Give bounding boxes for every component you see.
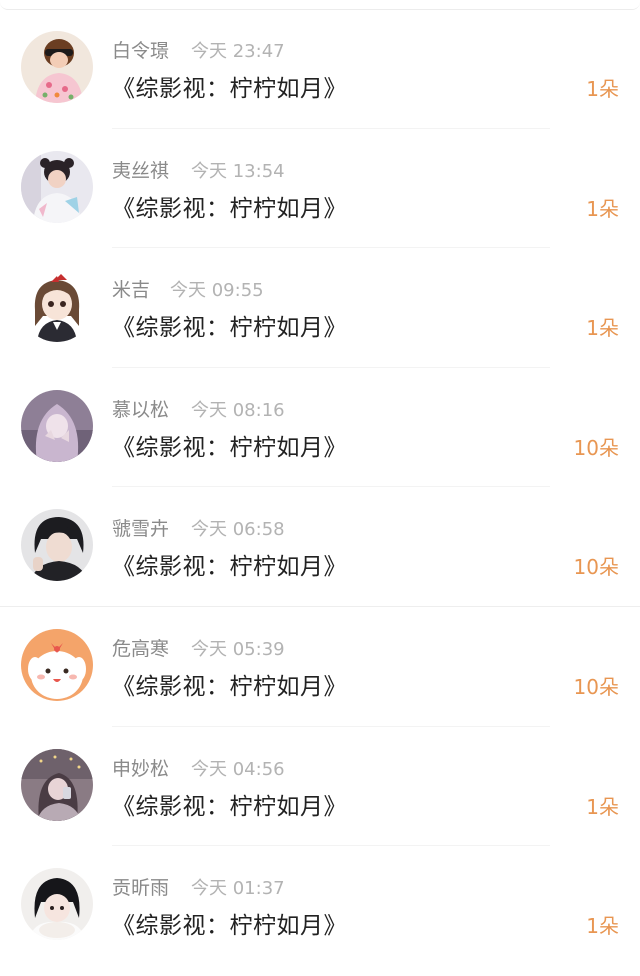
gift-row[interactable]: 米吉 今天 09:55 《综影视：柠柠如月》 1朵 [0, 248, 640, 368]
user-avatar[interactable] [21, 389, 93, 462]
book-title[interactable]: 《综影视：柠柠如月》 [112, 547, 347, 581]
flower-amount: 10朵 [573, 674, 619, 699]
flower-amount: 1朵 [586, 77, 619, 101]
user-avatar[interactable] [21, 628, 93, 701]
book-title[interactable]: 《综影视：柠柠如月》 [112, 787, 347, 821]
user-name[interactable]: 申妙松 [112, 754, 169, 781]
gift-row[interactable]: 贡昕雨 今天 01:37 《综影视：柠柠如月》 1朵 [0, 846, 640, 966]
book-title[interactable]: 《综影视：柠柠如月》 [112, 667, 347, 701]
gift-row[interactable]: 申妙松 今天 04:56 《综影视：柠柠如月》 1朵 [0, 727, 640, 847]
flower-amount: 1朵 [586, 316, 619, 341]
user-avatar[interactable] [21, 270, 93, 343]
gift-time: 今天 08:16 [191, 399, 285, 421]
book-title[interactable]: 《综影视：柠柠如月》 [112, 906, 347, 940]
gift-row[interactable]: 白令璟 今天 23:47 《综影视：柠柠如月》 1朵 [0, 9, 640, 129]
book-title[interactable]: 《综影视：柠柠如月》 [112, 189, 347, 223]
gift-row[interactable]: 夷丝祺 今天 13:54 《综影视：柠柠如月》 1朵 [0, 129, 640, 249]
gift-row[interactable]: 危高寒 今天 05:39 《综影视：柠柠如月》 10朵 [0, 607, 640, 727]
book-title[interactable]: 《综影视：柠柠如月》 [112, 428, 347, 462]
user-name[interactable]: 白令璟 [112, 36, 169, 63]
user-name[interactable]: 贡昕雨 [112, 873, 169, 900]
user-name[interactable]: 夷丝祺 [112, 156, 169, 183]
flower-amount: 1朵 [586, 794, 619, 819]
book-title[interactable]: 《综影视：柠柠如月》 [112, 308, 347, 342]
gift-time: 今天 04:56 [191, 758, 285, 780]
gift-row[interactable]: 慕以松 今天 08:16 《综影视：柠柠如月》 10朵 [0, 368, 640, 488]
user-avatar[interactable] [21, 150, 93, 223]
gift-time: 今天 09:55 [170, 280, 264, 302]
user-avatar[interactable] [21, 748, 93, 821]
gift-time: 今天 01:37 [191, 878, 285, 900]
gift-time: 今天 05:39 [191, 638, 285, 660]
flower-amount: 10朵 [573, 435, 619, 460]
gift-list: 白令璟 今天 23:47 《综影视：柠柠如月》 1朵 夷丝祺 今天 13:54 … [0, 9, 640, 966]
user-avatar[interactable] [21, 868, 93, 941]
user-name[interactable]: 虢雪卉 [112, 514, 169, 541]
book-title[interactable]: 《综影视：柠柠如月》 [112, 69, 347, 103]
flower-amount: 1朵 [586, 914, 619, 939]
flower-amount: 1朵 [586, 196, 619, 221]
flower-amount: 10朵 [573, 555, 619, 580]
user-name[interactable]: 慕以松 [112, 395, 169, 422]
user-avatar[interactable] [21, 31, 93, 103]
gift-time: 今天 13:54 [191, 160, 285, 182]
user-avatar[interactable] [21, 509, 93, 582]
gift-time: 今天 06:58 [191, 519, 285, 541]
gift-time: 今天 23:47 [191, 41, 285, 62]
gift-list-screen: 白令璟 今天 23:47 《综影视：柠柠如月》 1朵 夷丝祺 今天 13:54 … [0, 0, 640, 976]
user-name[interactable]: 危高寒 [112, 634, 169, 661]
user-name[interactable]: 米吉 [112, 275, 150, 302]
gift-row[interactable]: 虢雪卉 今天 06:58 《综影视：柠柠如月》 10朵 [0, 487, 640, 607]
